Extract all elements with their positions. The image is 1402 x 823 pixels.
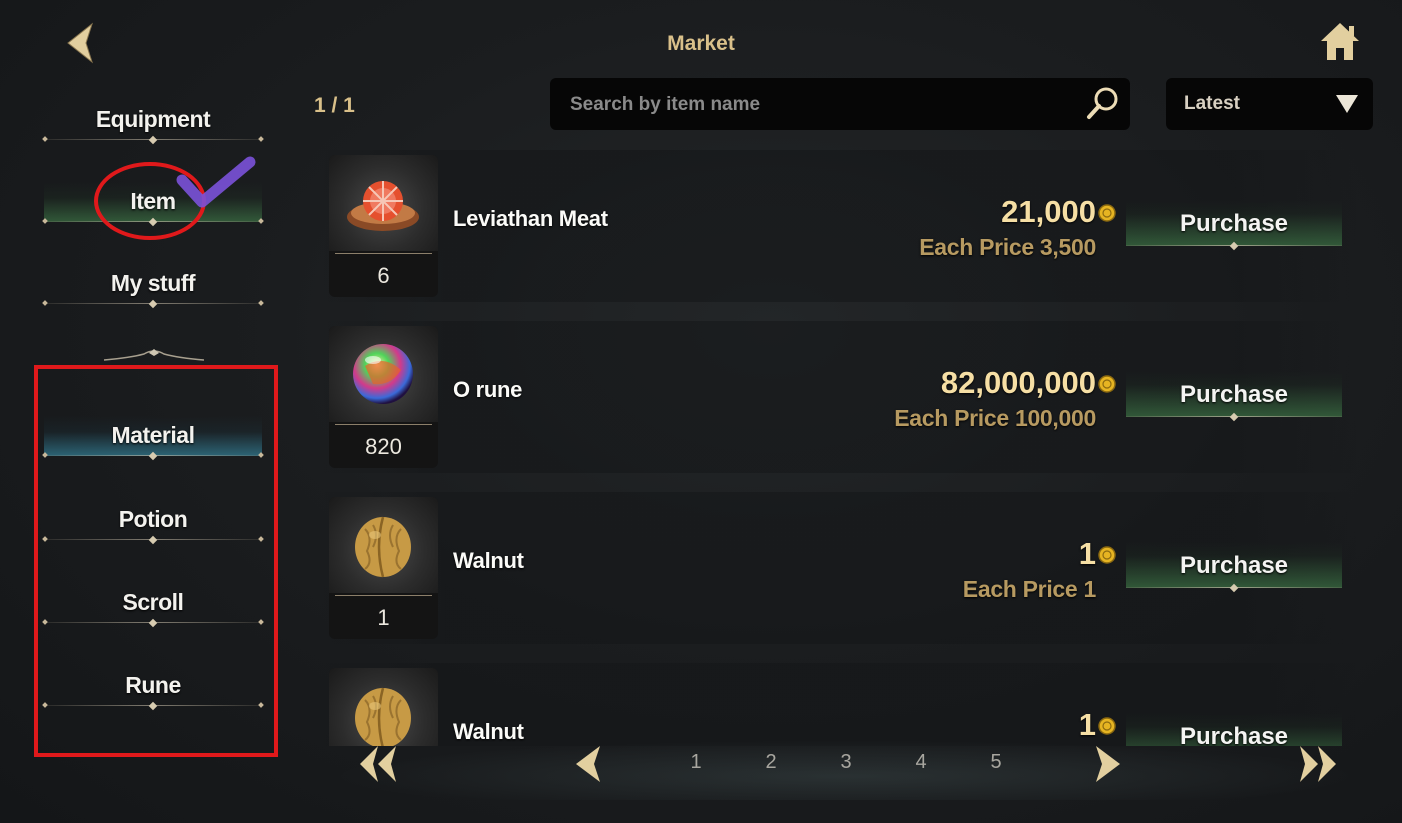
item-price: 82,000,000 (940, 365, 1096, 400)
divider-ornament (104, 349, 204, 361)
tab-equipment-label: Equipment (95, 106, 211, 132)
purchase-button[interactable]: Purchase (1126, 542, 1342, 593)
item-thumbnail[interactable]: 820 (329, 326, 438, 468)
first-page-icon[interactable] (356, 744, 402, 784)
purchase-button[interactable]: Purchase (1126, 371, 1342, 422)
page-number[interactable]: 3 (826, 751, 866, 774)
item-thumbnail[interactable]: 6 (329, 155, 438, 297)
purchase-button-label: Purchase (1179, 210, 1289, 237)
annotation-red-box (34, 365, 278, 757)
checkmark-icon (176, 156, 256, 208)
page-title: Market (667, 32, 735, 55)
item-price: 1 (1078, 707, 1096, 742)
coin-icon (1098, 717, 1116, 735)
page-number[interactable]: 1 (676, 751, 716, 774)
last-page-icon[interactable] (1294, 744, 1340, 784)
page-count: 1 / 1 (314, 94, 355, 117)
page-number[interactable]: 5 (976, 751, 1016, 774)
item-thumbnail[interactable]: 1 (329, 497, 438, 639)
coin-icon (1098, 204, 1116, 222)
tab-my-stuff[interactable]: My stuff (44, 264, 262, 309)
page-number[interactable]: 2 (751, 751, 791, 774)
chevron-down-icon (1336, 95, 1358, 113)
item-price: 21,000 (1001, 194, 1096, 229)
walnut-icon (355, 687, 411, 746)
item-each-price: Each Price 100,000 (894, 405, 1096, 431)
sort-dropdown[interactable]: Latest (1166, 78, 1373, 130)
item-name: Leviathan Meat (453, 206, 608, 231)
rune-orb-icon (353, 344, 413, 404)
item-name: O rune (453, 377, 523, 402)
coin-icon (1098, 546, 1116, 564)
item-each-price: Each Price 3,500 (919, 234, 1096, 260)
sort-label: Latest (1184, 93, 1240, 114)
list-item: 820 O rune 82,000,000 Each Price 100,000… (320, 321, 1360, 473)
walnut-icon (355, 516, 411, 578)
next-page-icon[interactable] (1082, 744, 1128, 784)
prev-page-icon[interactable] (568, 744, 614, 784)
page-number[interactable]: 4 (901, 751, 941, 774)
item-quantity: 820 (365, 434, 402, 459)
list-item: 6 Leviathan Meat 21,000 Each Price 3,500… (320, 150, 1360, 302)
search-icon[interactable] (1086, 86, 1120, 120)
purchase-button-label: Purchase (1179, 552, 1289, 579)
list-item: 1 Walnut 1 Each Price 1 Purchase (320, 492, 1360, 644)
list-item: Walnut 1 Purchase (320, 663, 1360, 746)
tab-my-stuff-label: My stuff (110, 270, 196, 296)
search-input[interactable] (568, 90, 1072, 120)
home-icon[interactable] (1318, 20, 1362, 64)
tab-equipment[interactable]: Equipment (44, 100, 262, 145)
purchase-button[interactable]: Purchase (1126, 200, 1342, 251)
item-list: 6 Leviathan Meat 21,000 Each Price 3,500… (320, 150, 1360, 746)
item-quantity: 1 (377, 605, 390, 630)
item-quantity: 6 (377, 263, 390, 288)
item-price: 1 (1078, 536, 1096, 571)
item-name: Walnut (453, 548, 524, 573)
coin-icon (1098, 375, 1116, 393)
item-each-price: Each Price 1 (962, 576, 1097, 602)
item-thumbnail[interactable] (329, 668, 438, 746)
search-bar (550, 78, 1130, 130)
meat-icon (347, 181, 419, 231)
purchase-button-label: Purchase (1179, 381, 1289, 408)
